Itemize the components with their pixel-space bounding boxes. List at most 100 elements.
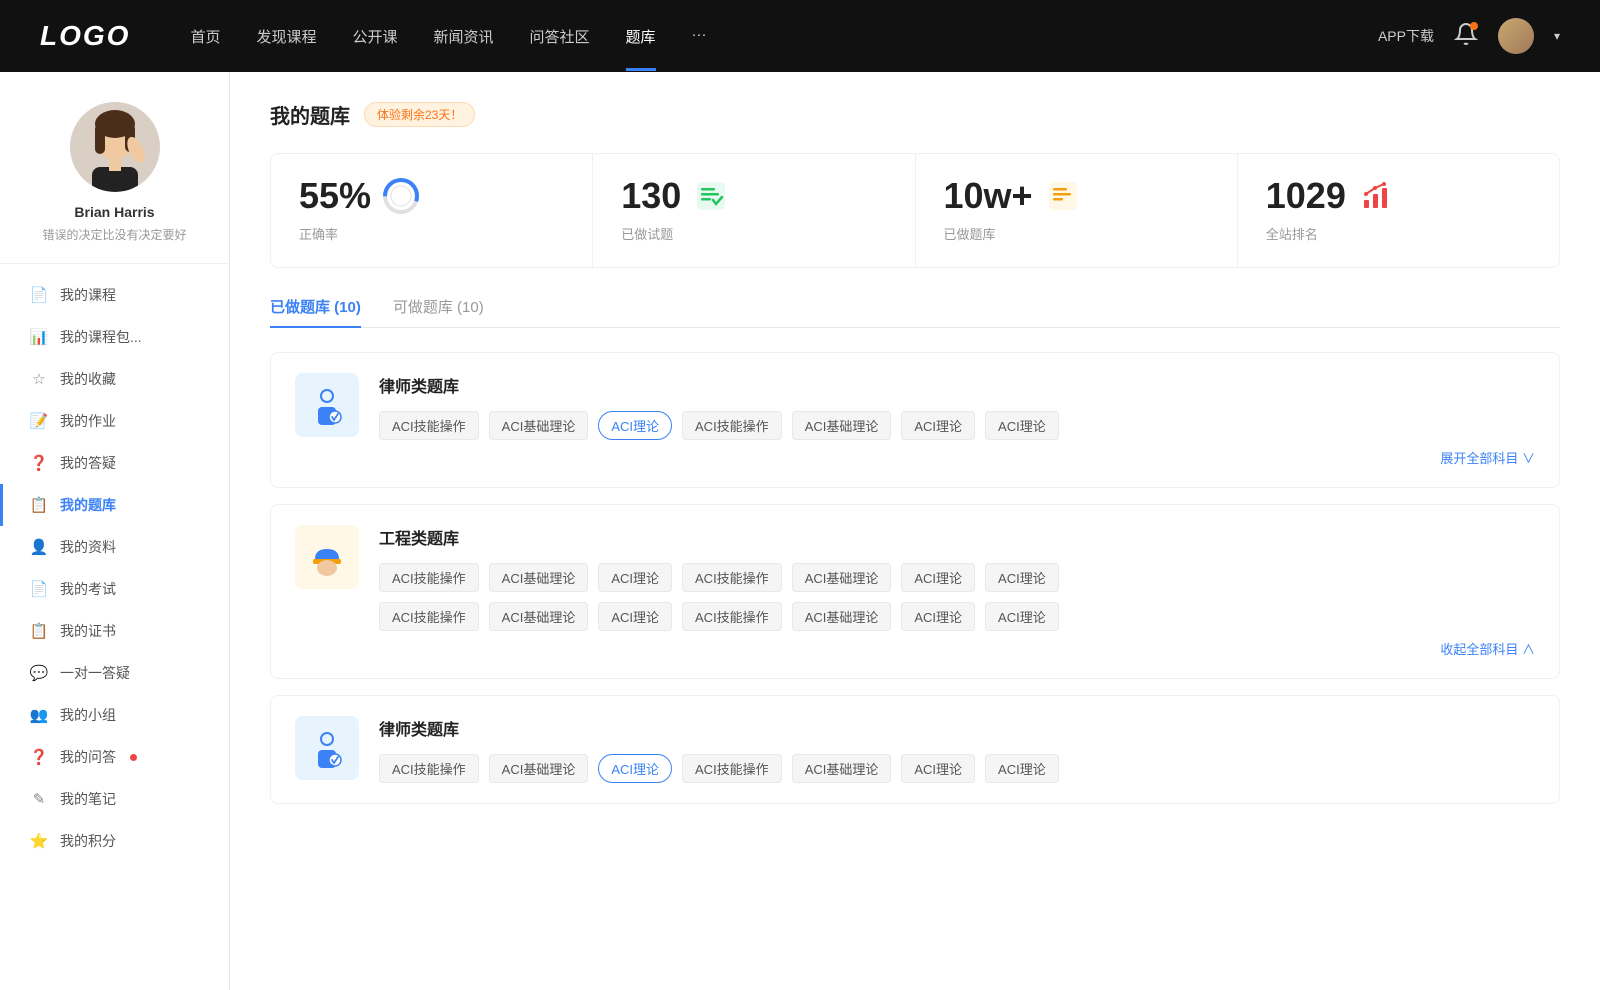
bank-tag[interactable]: ACI基础理论	[489, 411, 589, 440]
bank-tag[interactable]: ACI理论	[598, 602, 672, 631]
app-download-button[interactable]: APP下载	[1378, 26, 1434, 46]
bank-tags-lawyer-1: ACI技能操作 ACI基础理论 ACI理论 ACI技能操作 ACI基础理论 AC…	[379, 411, 1535, 440]
bank-tag[interactable]: ACI基础理论	[792, 411, 892, 440]
bank-tags-lawyer-2: ACI技能操作 ACI基础理论 ACI理论 ACI技能操作 ACI基础理论 AC…	[379, 754, 1535, 783]
sidebar-label-myqa: 我的问答	[60, 747, 116, 767]
list-orange-icon	[1045, 178, 1081, 214]
bank-tag[interactable]: ACI技能操作	[379, 754, 479, 783]
bank-info-engineer: 工程类题库 ACI技能操作 ACI基础理论 ACI理论 ACI技能操作 ACI基…	[379, 525, 1535, 658]
bank-tag[interactable]: ACI基础理论	[792, 563, 892, 592]
bank-item-lawyer-2: 律师类题库 ACI技能操作 ACI基础理论 ACI理论 ACI技能操作 ACI基…	[270, 695, 1560, 804]
stat-rank-value: 1029	[1266, 178, 1346, 214]
bank-tag[interactable]: ACI理论	[598, 563, 672, 592]
favorites-icon: ☆	[30, 370, 48, 388]
collapse-button-engineer[interactable]: 收起全部科目 ∧	[379, 639, 1535, 658]
qa-notification-dot	[130, 754, 137, 761]
tab-done[interactable]: 已做题库 (10)	[270, 296, 361, 327]
bank-tag-active[interactable]: ACI理论	[598, 411, 672, 440]
sidebar-item-notes[interactable]: ✎ 我的笔记	[0, 778, 229, 820]
trial-badge: 体验剩余23天！	[364, 102, 475, 127]
stat-accuracy-top: 55%	[299, 178, 564, 214]
bank-tag[interactable]: ACI技能操作	[682, 602, 782, 631]
bank-tag[interactable]: ACI理论	[985, 602, 1059, 631]
bank-tag[interactable]: ACI技能操作	[379, 411, 479, 440]
bank-tag[interactable]: ACI技能操作	[682, 563, 782, 592]
stat-rank-label: 全站排名	[1266, 224, 1531, 243]
stat-rank: 1029	[1238, 154, 1559, 267]
stat-done-banks-top: 10w+	[944, 178, 1209, 214]
sidebar-label-homework: 我的作业	[60, 411, 116, 431]
bank-tag[interactable]: ACI基础理论	[489, 563, 589, 592]
coursepack-icon: 📊	[30, 328, 48, 346]
sidebar-label-exam: 我的考试	[60, 579, 116, 599]
user-motto: 错误的决定比没有决定要好	[42, 226, 186, 243]
bank-tag[interactable]: ACI基础理论	[792, 754, 892, 783]
bank-name-lawyer-1: 律师类题库	[379, 373, 1535, 397]
notification-bell[interactable]	[1454, 22, 1478, 51]
stats-row: 55% 正确率 130	[270, 153, 1560, 268]
bank-tag[interactable]: ACI理论	[985, 754, 1059, 783]
navbar: LOGO 首页 发现课程 公开课 新闻资讯 问答社区 题库 ··· APP下载 …	[0, 0, 1600, 72]
bank-tag[interactable]: ACI技能操作	[682, 754, 782, 783]
sidebar-item-questions[interactable]: ❓ 我的答疑	[0, 442, 229, 484]
bank-tag[interactable]: ACI理论	[901, 411, 975, 440]
sidebar-item-profile[interactable]: 👤 我的资料	[0, 526, 229, 568]
sidebar-item-certificate[interactable]: 📋 我的证书	[0, 610, 229, 652]
bank-tag[interactable]: ACI理论	[985, 411, 1059, 440]
avatar-chevron-icon[interactable]: ▾	[1554, 29, 1560, 43]
sidebar-label-coursepack: 我的课程包...	[60, 327, 142, 347]
expand-button-lawyer-1[interactable]: 展开全部科目 ∨	[379, 448, 1535, 467]
sidebar-item-myqa[interactable]: ❓ 我的问答	[0, 736, 229, 778]
sidebar-item-1on1[interactable]: 💬 一对一答疑	[0, 652, 229, 694]
nav-questionbank[interactable]: 题库	[626, 26, 656, 47]
bank-tag[interactable]: ACI理论	[901, 602, 975, 631]
bank-tag[interactable]: ACI基础理论	[489, 754, 589, 783]
bank-tag[interactable]: ACI基础理论	[489, 602, 589, 631]
bank-tag[interactable]: ACI技能操作	[682, 411, 782, 440]
stat-done-questions-top: 130	[621, 178, 886, 214]
notes-icon: ✎	[30, 790, 48, 808]
tab-available[interactable]: 可做题库 (10)	[393, 296, 484, 327]
stat-done-questions-value: 130	[621, 178, 681, 214]
bank-list: 律师类题库 ACI技能操作 ACI基础理论 ACI理论 ACI技能操作 ACI基…	[270, 352, 1560, 820]
lawyer-icon-2	[305, 726, 349, 770]
sidebar-profile: Brian Harris 错误的决定比没有决定要好	[0, 72, 229, 264]
bank-icon-lawyer-2	[295, 716, 359, 780]
bank-info-lawyer-2: 律师类题库 ACI技能操作 ACI基础理论 ACI理论 ACI技能操作 ACI基…	[379, 716, 1535, 783]
nav-news[interactable]: 新闻资讯	[434, 26, 494, 47]
stat-rank-top: 1029	[1266, 178, 1531, 214]
nav-links: 首页 发现课程 公开课 新闻资讯 问答社区 题库 ···	[190, 26, 1378, 47]
points-icon: ⭐	[30, 832, 48, 850]
bank-tag[interactable]: ACI理论	[901, 563, 975, 592]
sidebar-item-exam[interactable]: 📄 我的考试	[0, 568, 229, 610]
sidebar-label-favorites: 我的收藏	[60, 369, 116, 389]
bank-tag[interactable]: ACI理论	[985, 563, 1059, 592]
user-name: Brian Harris	[74, 204, 154, 220]
nav-home[interactable]: 首页	[190, 26, 220, 47]
bank-tag[interactable]: ACI理论	[901, 754, 975, 783]
bank-tags-engineer-row2: ACI技能操作 ACI基础理论 ACI理论 ACI技能操作 ACI基础理论 AC…	[379, 602, 1535, 631]
sidebar-item-course[interactable]: 📄 我的课程	[0, 274, 229, 316]
sidebar-item-coursepack[interactable]: 📊 我的课程包...	[0, 316, 229, 358]
avatar[interactable]	[1498, 18, 1534, 54]
bank-tag[interactable]: ACI技能操作	[379, 563, 479, 592]
bank-item-engineer: 工程类题库 ACI技能操作 ACI基础理论 ACI理论 ACI技能操作 ACI基…	[270, 504, 1560, 679]
main-content: 我的题库 体验剩余23天！ 55%	[230, 72, 1600, 848]
page-header: 我的题库 体验剩余23天！	[270, 100, 1560, 129]
sidebar-item-homework[interactable]: 📝 我的作业	[0, 400, 229, 442]
1on1-icon: 💬	[30, 664, 48, 682]
nav-discover[interactable]: 发现课程	[256, 26, 316, 47]
bank-tag-active[interactable]: ACI理论	[598, 754, 672, 783]
sidebar-item-questionbank[interactable]: 📋 我的题库	[0, 484, 229, 526]
sidebar-item-points[interactable]: ⭐ 我的积分	[0, 820, 229, 862]
nav-more[interactable]: ···	[692, 26, 707, 47]
nav-qa[interactable]: 问答社区	[530, 26, 590, 47]
sidebar-item-groups[interactable]: 👥 我的小组	[0, 694, 229, 736]
avatar-image	[70, 102, 160, 192]
bank-tag[interactable]: ACI技能操作	[379, 602, 479, 631]
bank-tag[interactable]: ACI基础理论	[792, 602, 892, 631]
nav-opencourse[interactable]: 公开课	[352, 26, 397, 47]
sidebar-item-favorites[interactable]: ☆ 我的收藏	[0, 358, 229, 400]
stat-accuracy-value: 55%	[299, 178, 371, 214]
bank-icon-engineer	[295, 525, 359, 589]
